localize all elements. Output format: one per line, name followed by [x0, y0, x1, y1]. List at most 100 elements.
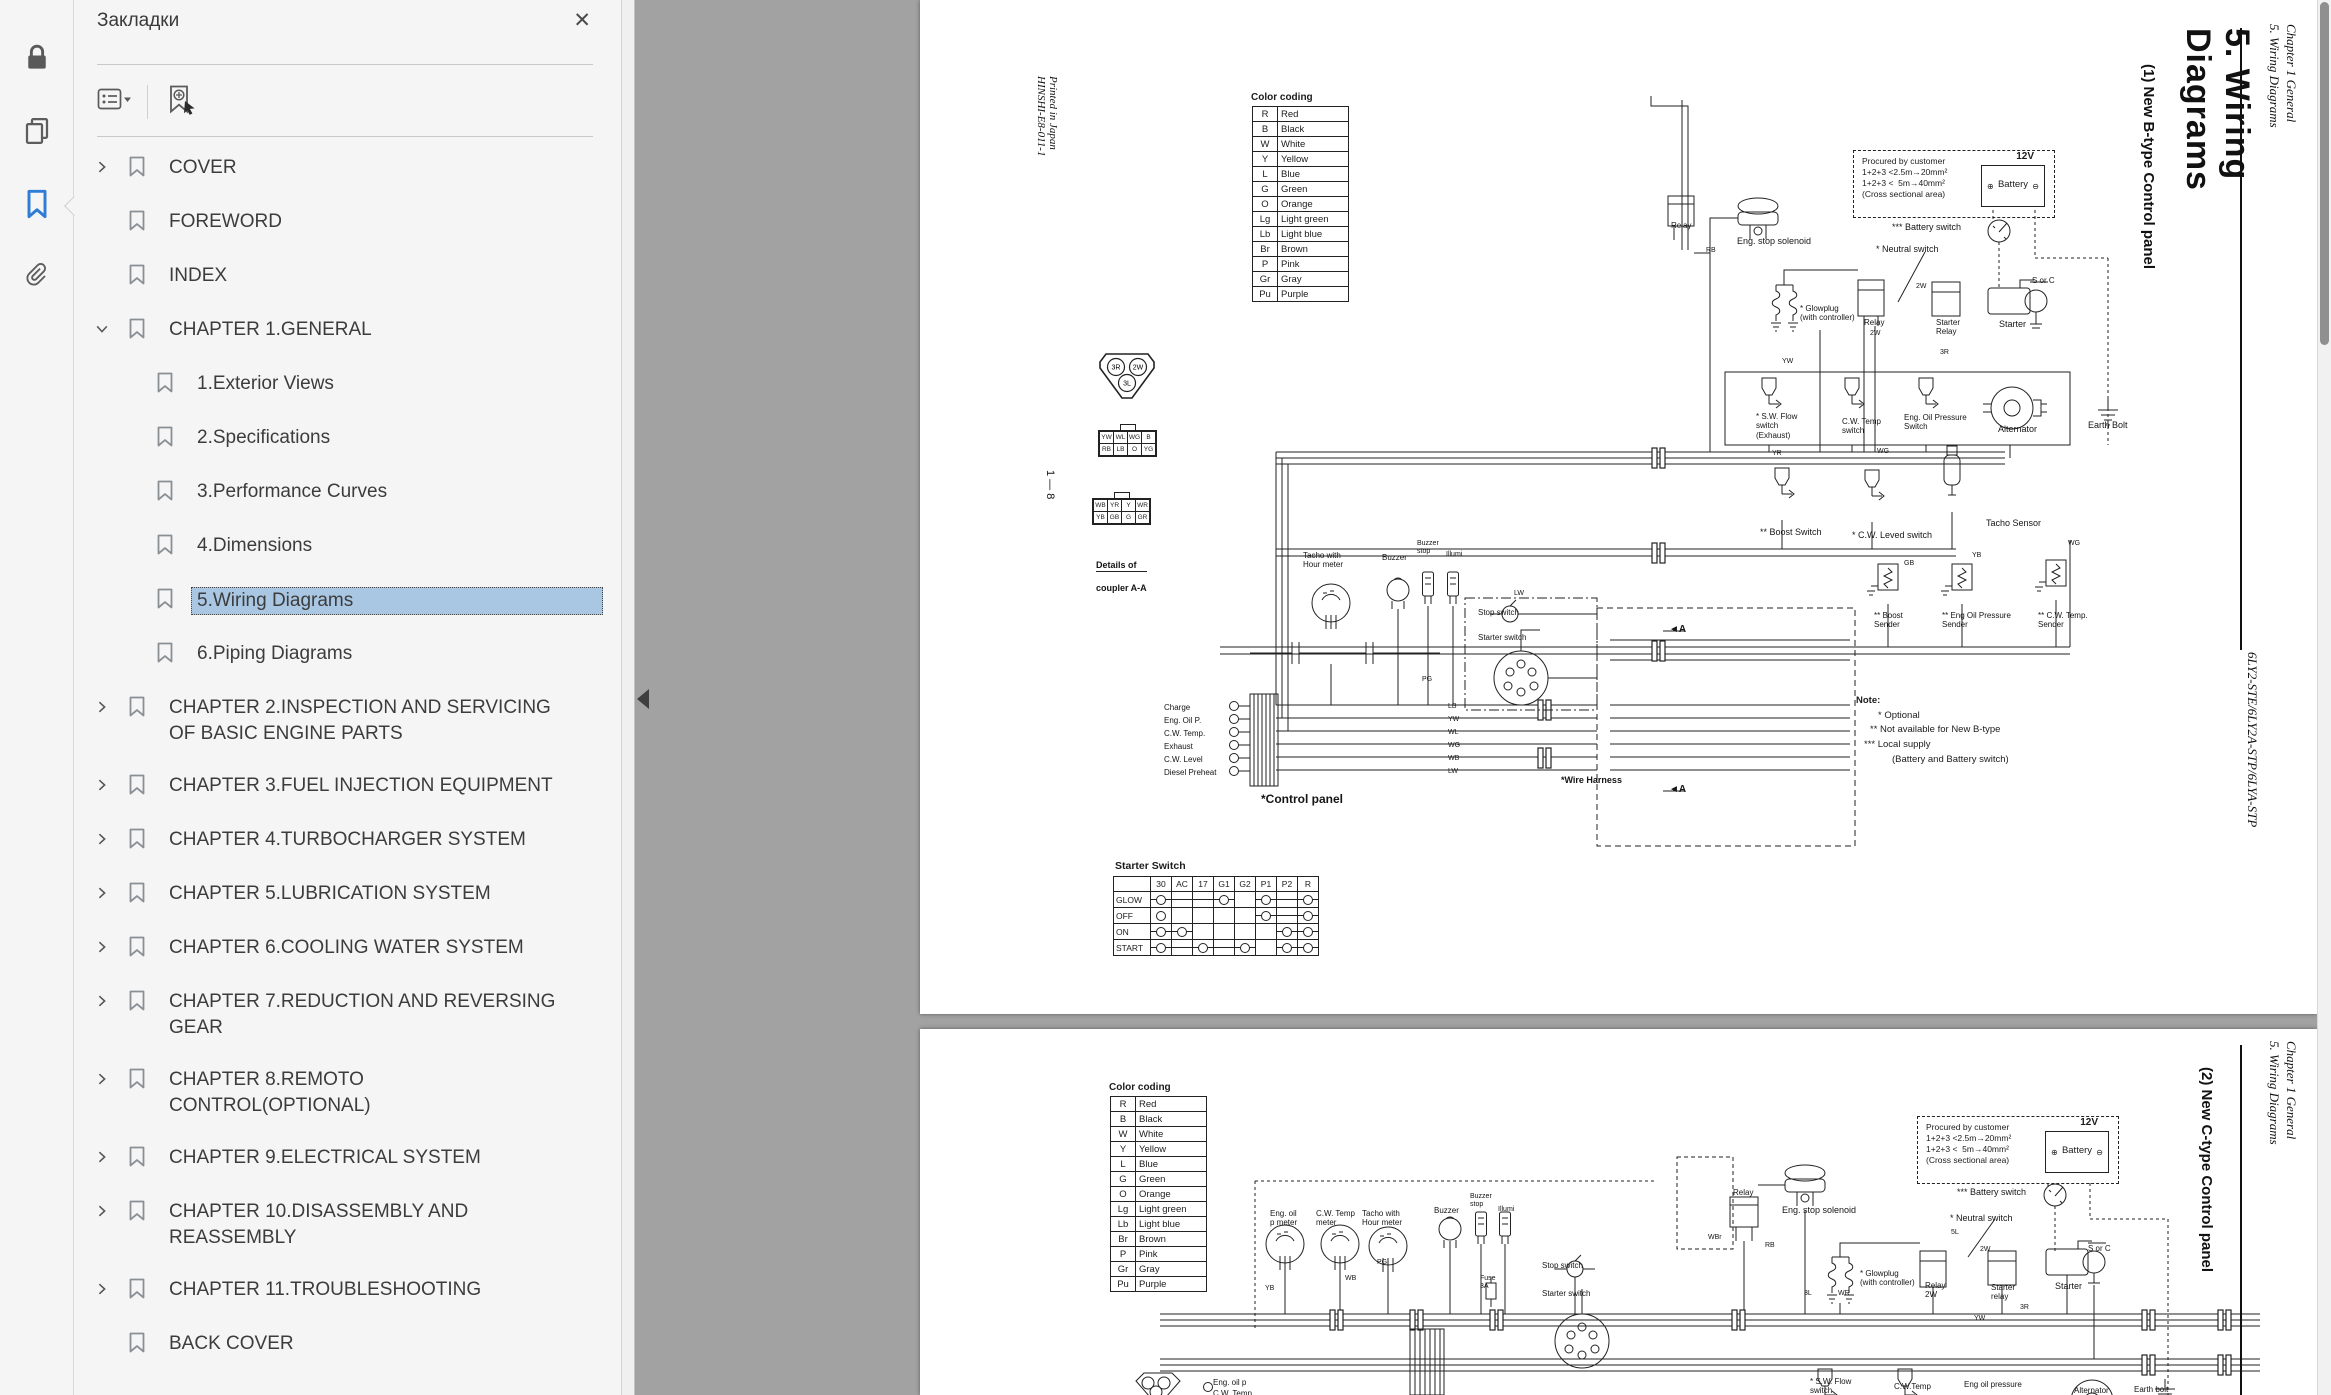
bookmark-item-cover[interactable]: COVER [73, 142, 621, 196]
color-coding-table: RRedBBlackWWhiteYYellowLBlueGGreenOOrang… [1252, 106, 1349, 302]
svg-text:2W: 2W [1133, 365, 1144, 372]
coupler-pin: YW [1099, 431, 1114, 444]
coupler-pin: RB [1099, 444, 1114, 457]
bookmark-icon [155, 371, 191, 399]
bookmark-icon [127, 155, 163, 183]
chevron-right-icon[interactable] [95, 773, 127, 797]
coupler-pin: YG [1142, 444, 1157, 457]
scrollbar-thumb[interactable] [2320, 2, 2329, 345]
coupler-triangle: 3R 2W 3L [1098, 352, 1156, 407]
bookmarks-panel: Закладки ✕ COVERFOREWORDINDEXCHAPTER 1.G… [73, 0, 621, 1395]
terminal-col: P1 [1256, 877, 1277, 892]
chevron-right-icon[interactable] [95, 827, 127, 851]
arrow-spacer [95, 209, 127, 214]
battery-text: 12V [2080, 1117, 2098, 1128]
chevron-right-icon[interactable] [95, 881, 127, 905]
bookmark-item-chapter-4[interactable]: CHAPTER 4.TURBOCHARGER SYSTEM [73, 814, 621, 868]
bookmark-item-index[interactable]: INDEX [73, 250, 621, 304]
diagram-label: Relay [1864, 318, 1884, 327]
battery-text: Battery⊕⊖ [2045, 1131, 2109, 1173]
chevron-right-icon[interactable] [95, 989, 127, 1013]
arrow-spacer [123, 371, 155, 376]
bookmark-item-chapter-2[interactable]: CHAPTER 2.INSPECTION AND SERVICING OF BA… [73, 682, 621, 760]
chevron-right-icon[interactable] [95, 1277, 127, 1301]
bookmark-item-chapter-1[interactable]: CHAPTER 1.GENERAL [73, 304, 621, 358]
terminal-col: P2 [1277, 877, 1298, 892]
battery-text: Procured by customer 1+2+3 <2.5m→20mm² 1… [1926, 1122, 2011, 1166]
coupler-pin: G [1122, 512, 1136, 525]
bookmark-item-back-cover[interactable]: BACK COVER [73, 1318, 621, 1372]
coupler-pin: B [1142, 431, 1157, 444]
bookmark-item-chapter-10[interactable]: CHAPTER 10.DISASSEMBLY AND REASSEMBLY [73, 1186, 621, 1264]
terminal-col: R [1298, 877, 1319, 892]
color-coding-row: PuPurple [1253, 287, 1349, 302]
bookmarks-icon[interactable] [19, 186, 55, 222]
diagram-label: Starter switch [1542, 1289, 1590, 1298]
chevron-right-icon[interactable] [95, 695, 127, 719]
diagram-label: Earth bolt [2134, 1385, 2168, 1394]
starter-switch-row: START [1114, 940, 1319, 956]
bookmark-item-specifications[interactable]: 2.Specifications [73, 412, 621, 466]
chevron-right-icon[interactable] [95, 935, 127, 959]
bookmark-item-performance-curves[interactable]: 3.Performance Curves [73, 466, 621, 520]
figure-subtitle-1: (1) New B-type Control panel [2140, 64, 2157, 324]
bookmark-item-chapter-6[interactable]: CHAPTER 6.COOLING WATER SYSTEM [73, 922, 621, 976]
running-head-line: Chapter 1 General [2283, 24, 2300, 234]
coupler-pin: Y [1122, 499, 1136, 512]
coupler-pin: YB [1093, 512, 1108, 525]
options-icon[interactable] [97, 87, 133, 118]
chevron-right-icon[interactable] [95, 155, 127, 179]
color-coding-row: LgLight green [1111, 1202, 1207, 1217]
bookmark-item-chapter-7[interactable]: CHAPTER 7.REDUCTION AND REVERSING GEAR [73, 976, 621, 1054]
coupler-pin: O [1128, 444, 1142, 457]
lock-icon[interactable] [19, 40, 55, 76]
diagram-label: YB [1265, 1285, 1274, 1293]
diagram-label: Eng. oil p meter [1270, 1209, 1297, 1228]
diagram-label: Starter Relay [1936, 318, 1960, 337]
bookmark-icon [127, 1145, 163, 1173]
bookmark-item-chapter-8[interactable]: CHAPTER 8.REMOTO CONTROL(OPTIONAL) [73, 1054, 621, 1132]
left-tool-rail [0, 0, 74, 1395]
panel-splitter[interactable] [621, 0, 635, 1395]
diagram-label: Diesel Preheat [1164, 768, 1216, 777]
color-coding-row: WWhite [1253, 137, 1349, 152]
bookmark-label: 4.Dimensions [191, 533, 593, 559]
diagram-label: WG [1877, 448, 1889, 456]
note-line: (Battery and Battery switch) [1856, 753, 2009, 768]
diagram-label: PG [1377, 1259, 1387, 1267]
attachments-icon[interactable] [19, 259, 55, 295]
running-head-line: 5. Wiring Diagrams [2266, 1041, 2283, 1251]
diagram-label: 3R [1940, 349, 1949, 357]
diagram-label: Charge [1164, 703, 1190, 712]
arrow-spacer [95, 263, 127, 268]
set-destination-icon[interactable] [164, 84, 200, 121]
diagram-label: ** Boost Sender [1874, 611, 1903, 630]
bookmark-item-chapter-11[interactable]: CHAPTER 11.TROUBLESHOOTING [73, 1264, 621, 1318]
bookmark-item-chapter-5[interactable]: CHAPTER 5.LUBRICATION SYSTEM [73, 868, 621, 922]
diagram-label: YW [1782, 358, 1793, 366]
diagram-label: Eng. Oil Pressure Switch [1904, 413, 1967, 432]
close-icon[interactable]: ✕ [573, 8, 591, 33]
chevron-right-icon[interactable] [95, 1067, 127, 1091]
bookmark-item-exterior-views[interactable]: 1.Exterior Views [73, 358, 621, 412]
diagram-label: GB [1904, 560, 1914, 568]
vertical-scrollbar[interactable] [2317, 0, 2331, 1395]
bookmark-item-chapter-9[interactable]: CHAPTER 9.ELECTRICAL SYSTEM [73, 1132, 621, 1186]
chevron-right-icon[interactable] [95, 1145, 127, 1169]
bookmark-item-chapter-3[interactable]: CHAPTER 3.FUEL INJECTION EQUIPMENT [73, 760, 621, 814]
diagram-label: C.W. Temp. [1164, 729, 1205, 738]
bookmark-item-piping-diagrams[interactable]: 6.Piping Diagrams [73, 628, 621, 682]
coupler-pin: WR [1136, 499, 1151, 512]
collapse-panel-icon[interactable] [637, 689, 649, 709]
pdf-page-2: Chapter 1 General 5. Wiring Diagrams (2)… [920, 1029, 2317, 1395]
bookmark-item-wiring-diagrams[interactable]: 5.Wiring Diagrams [73, 574, 621, 628]
pages-icon[interactable] [19, 113, 55, 149]
diagram-label: LB [1448, 703, 1457, 711]
bookmark-item-foreword[interactable]: FOREWORD [73, 196, 621, 250]
starter-switch-title: Starter Switch [1115, 860, 1186, 872]
chevron-right-icon[interactable] [95, 1199, 127, 1223]
starter-switch-row: GLOW [1114, 892, 1319, 908]
bookmark-item-dimensions[interactable]: 4.Dimensions [73, 520, 621, 574]
terminal-col: 17 [1193, 877, 1214, 892]
chevron-down-icon[interactable] [95, 317, 127, 341]
